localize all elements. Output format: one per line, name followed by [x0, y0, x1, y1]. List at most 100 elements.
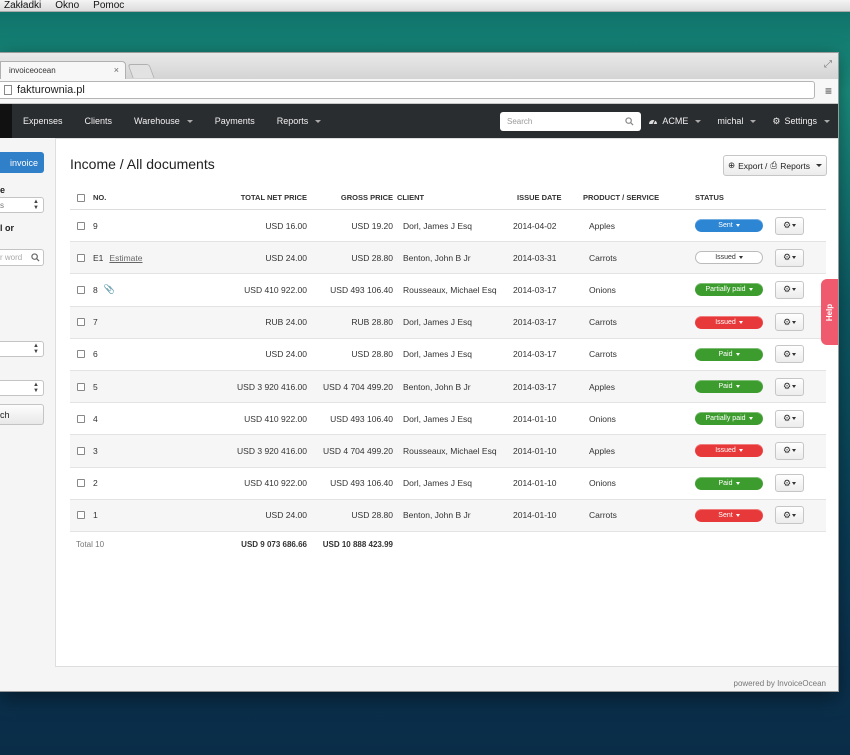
export-reports-button[interactable]: ⊕ Export / ⎙ Reports — [723, 155, 827, 176]
row-actions-button[interactable]: ⚙ — [775, 441, 804, 460]
table-row[interactable]: 9 USD 16.00 USD 19.20 Dorl, James J Esq 2014… — [70, 210, 826, 243]
row-actions-button[interactable]: ⚙ — [775, 474, 804, 493]
status-badge[interactable]: Paid — [695, 476, 763, 490]
paperclip-icon[interactable]: 📎 — [104, 284, 115, 295]
table-row[interactable]: 7 RUB 24.00 RUB 28.80 Dorl, James J Esq 2014… — [70, 306, 826, 339]
col-client[interactable]: CLIENT — [393, 193, 509, 202]
row-actions-button[interactable]: ⚙ — [775, 345, 804, 364]
address-bar[interactable]: fakturownia.pl — [0, 81, 815, 99]
row-actions-button[interactable]: ⚙ — [775, 409, 804, 428]
document-number[interactable]: 2 — [93, 478, 98, 488]
document-number[interactable]: 4 — [93, 414, 98, 424]
nav-expenses[interactable]: Expenses — [12, 104, 74, 138]
row-checkbox[interactable] — [76, 414, 85, 423]
row-actions-button[interactable]: ⚙ — [775, 216, 804, 235]
select-all-checkbox[interactable] — [76, 193, 85, 202]
status-badge[interactable]: Paid — [695, 380, 763, 394]
nav-clients[interactable]: Clients — [74, 104, 124, 138]
product-name: Apples — [589, 381, 615, 392]
row-checkbox[interactable] — [76, 350, 85, 359]
new-invoice-button[interactable]: invoice — [0, 152, 44, 173]
status-badge[interactable]: Partially paid — [695, 412, 763, 426]
filter-search-button[interactable]: ch — [0, 404, 44, 425]
row-checkbox[interactable] — [76, 285, 85, 294]
col-product[interactable]: PRODUCT / SERVICE — [579, 193, 695, 202]
row-checkbox[interactable] — [76, 253, 85, 262]
status-badge[interactable]: Issued — [695, 444, 763, 458]
col-no[interactable]: NO. — [91, 193, 153, 202]
menu-bookmarks[interactable]: Zakładki — [4, 0, 41, 12]
menu-help[interactable]: Pomoc — [93, 0, 124, 12]
menu-window[interactable]: Okno — [55, 0, 79, 12]
row-actions-button[interactable]: ⚙ — [775, 248, 804, 267]
client-name[interactable]: Benton, John B Jr — [393, 510, 509, 520]
brand-strip[interactable] — [0, 104, 12, 138]
row-checkbox[interactable] — [76, 511, 85, 520]
powered-by[interactable]: powered by InvoiceOcean — [734, 679, 827, 688]
status-badge[interactable]: Paid — [695, 347, 763, 361]
table-row[interactable]: 3 USD 3 920 416.00 USD 4 704 499.20 Roussea… — [70, 435, 826, 468]
client-name[interactable]: Dorl, James J Esq — [393, 349, 509, 359]
nav-reports[interactable]: Reports — [266, 104, 333, 138]
search-input[interactable]: Search — [500, 112, 641, 131]
table-row[interactable]: 1 USD 24.00 USD 28.80 Benton, John B Jr 2014… — [70, 499, 826, 532]
client-name[interactable]: Dorl, James J Esq — [393, 478, 509, 488]
issue-date: 2014-01-10 — [513, 413, 557, 424]
nav-warehouse[interactable]: Warehouse — [123, 104, 204, 138]
client-name[interactable]: Rousseaux, Michael Esq — [393, 285, 509, 295]
table-row[interactable]: 8 📎 USD 410 922.00 USD 493 106.40 Rousseaux,… — [70, 274, 826, 307]
status-badge[interactable]: Issued — [695, 315, 763, 329]
document-number[interactable]: E1 — [93, 253, 103, 263]
nav-account[interactable]: ACME — [640, 104, 709, 138]
filter-word-input[interactable]: r word — [0, 249, 44, 266]
row-actions-button[interactable]: ⚙ — [775, 280, 804, 299]
client-name[interactable]: Benton, John B Jr — [393, 382, 509, 392]
table-row[interactable]: E1 Estimate USD 24.00 USD 28.80 Benton, John… — [70, 242, 826, 275]
status-badge[interactable]: Partially paid — [695, 283, 763, 297]
client-name[interactable]: Dorl, James J Esq — [393, 221, 509, 231]
document-number[interactable]: 3 — [93, 446, 98, 456]
browser-tab[interactable]: invoiceocean × — [0, 61, 126, 79]
col-net-price[interactable]: TOTAL NET PRICE — [153, 193, 307, 202]
filter-kind-select[interactable]: s ▲ ▼ — [0, 197, 44, 213]
tab-close-icon[interactable]: × — [114, 65, 119, 75]
row-checkbox[interactable] — [76, 479, 85, 488]
row-checkbox[interactable] — [76, 382, 85, 391]
table-row[interactable]: 2 USD 410 922.00 USD 493 106.40 Dorl, James… — [70, 468, 826, 500]
table-row[interactable]: 4 USD 410 922.00 USD 493 106.40 Dorl, James… — [70, 403, 826, 436]
status-badge[interactable]: Sent — [695, 508, 763, 522]
row-actions-button[interactable]: ⚙ — [775, 313, 804, 332]
row-actions-button[interactable]: ⚙ — [775, 506, 804, 525]
menu-icon[interactable]: ≡ — [825, 84, 832, 98]
document-number[interactable]: 7 — [93, 317, 98, 327]
client-name[interactable]: Rousseaux, Michael Esq — [393, 446, 509, 456]
table-row[interactable]: 6 USD 24.00 USD 28.80 Dorl, James J Esq 2014… — [70, 339, 826, 371]
document-number[interactable]: 9 — [93, 221, 98, 231]
status-badge[interactable]: Issued — [695, 251, 763, 265]
filter-status-select[interactable]: ▲ ▼ — [0, 380, 44, 396]
client-name[interactable]: Dorl, James J Esq — [393, 414, 509, 424]
nav-payments[interactable]: Payments — [204, 104, 266, 138]
col-gross-price[interactable]: GROSS PRICE — [307, 193, 393, 202]
help-tab[interactable]: Help — [821, 279, 838, 345]
row-checkbox[interactable] — [76, 446, 85, 455]
col-issue-date[interactable]: ISSUE DATE — [509, 193, 579, 202]
nav-user[interactable]: michal — [709, 104, 764, 138]
status-badge[interactable]: Sent — [695, 219, 763, 233]
row-actions-button[interactable]: ⚙ — [775, 377, 804, 396]
filter-period-select[interactable]: ▲ ▼ — [0, 341, 44, 357]
document-number[interactable]: 5 — [93, 382, 98, 392]
row-checkbox[interactable] — [76, 221, 85, 230]
nav-settings[interactable]: ⚙ Settings — [764, 104, 838, 138]
documents-table: NO. TOTAL NET PRICE GROSS PRICE CLIENT I… — [70, 186, 826, 558]
client-name[interactable]: Dorl, James J Esq — [393, 317, 509, 327]
document-number[interactable]: 6 — [93, 349, 98, 359]
row-checkbox[interactable] — [76, 318, 85, 327]
new-tab-button[interactable] — [127, 64, 155, 78]
document-kind-link[interactable]: Estimate — [109, 253, 142, 263]
document-number[interactable]: 8 — [93, 285, 98, 295]
document-number[interactable]: 1 — [93, 510, 98, 520]
table-row[interactable]: 5 USD 3 920 416.00 USD 4 704 499.20 Benton,… — [70, 370, 826, 404]
fullscreen-icon[interactable]: ⤢ — [824, 59, 832, 70]
client-name[interactable]: Benton, John B Jr — [393, 253, 509, 263]
